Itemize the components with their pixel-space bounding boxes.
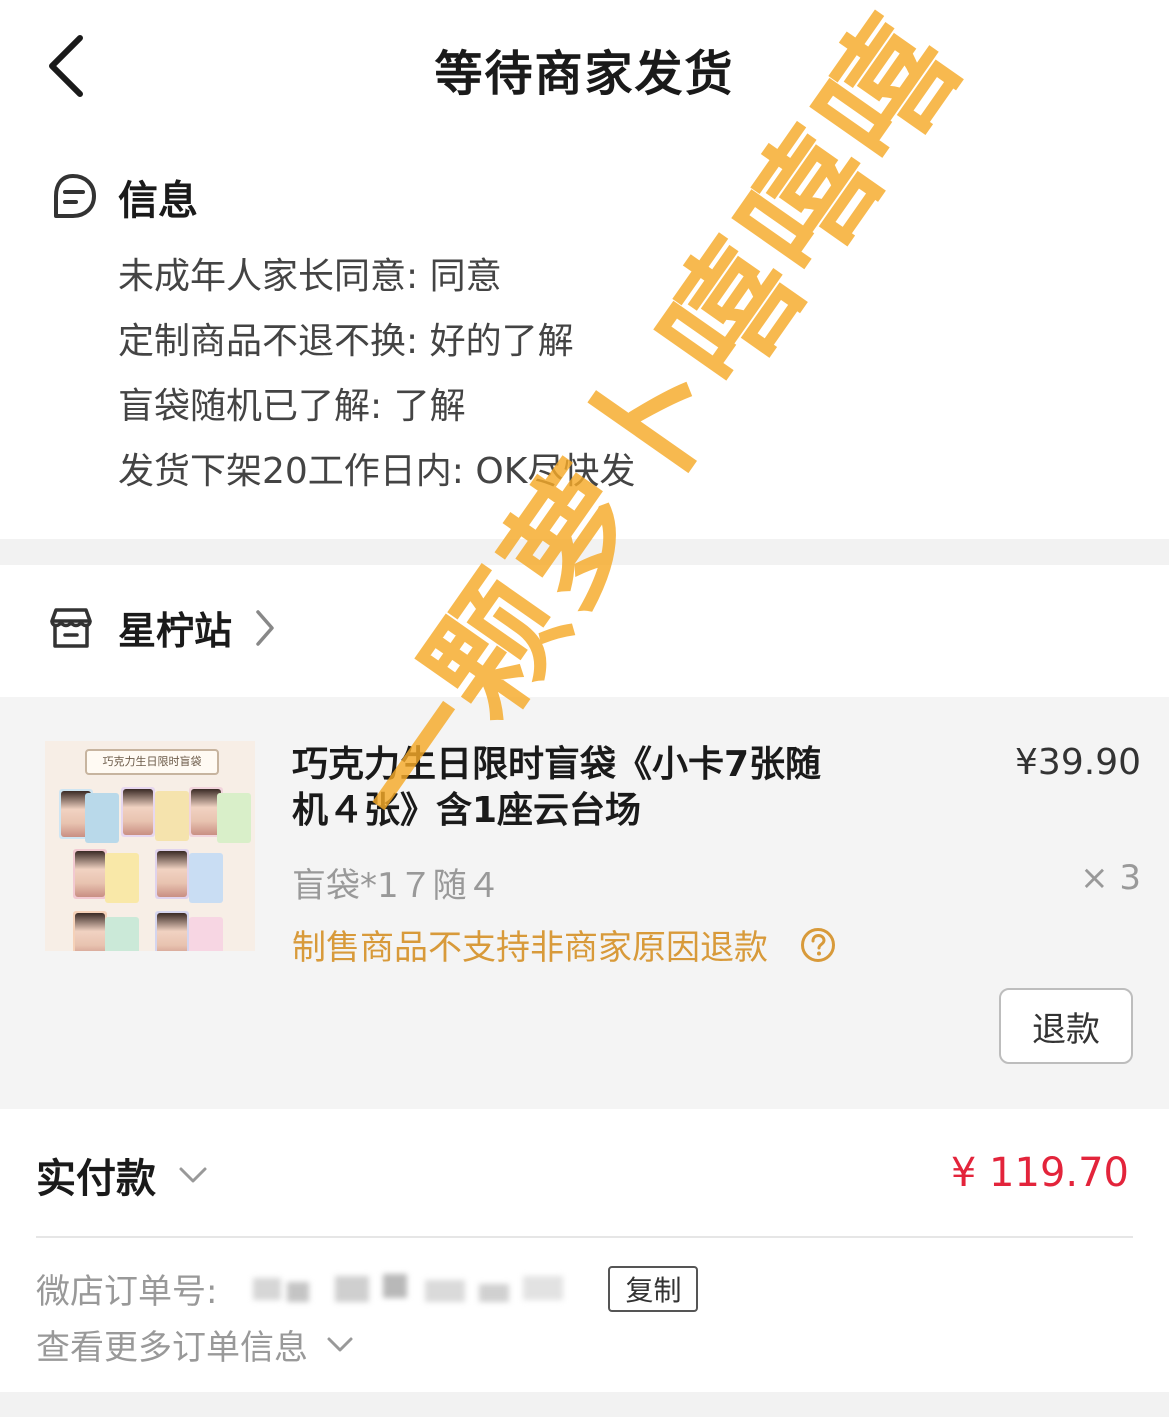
section-divider xyxy=(0,1392,1169,1417)
order-detail-page: 等待商家发货 信息 未成年人家长同意: 同意 定制商品不退不换: 好的了解 盲袋… xyxy=(0,0,1169,1417)
card-image xyxy=(121,787,155,837)
card-image xyxy=(189,917,223,951)
refund-notice-text: 制售商品不支持非商家原因退款 xyxy=(292,928,768,968)
info-section-header: 信息 xyxy=(48,168,198,226)
card-image xyxy=(155,849,189,899)
order-number-redacted xyxy=(243,1270,578,1308)
chevron-down-icon xyxy=(179,1167,207,1183)
page-title: 等待商家发货 xyxy=(434,46,735,102)
info-line: 未成年人家长同意: 同意 xyxy=(118,256,502,297)
section-divider xyxy=(0,539,1169,565)
copy-button[interactable]: 复制 xyxy=(608,1265,699,1312)
info-line: 发货下架20工作日内: OK尽快发 xyxy=(118,451,636,492)
info-line: 定制商品不退不换: 好的了解 xyxy=(118,321,574,362)
product-thumbnail[interactable]: 巧克力生日限时盲袋 xyxy=(45,741,255,951)
refund-notice: 制售商品不支持非商家原因退款 xyxy=(292,920,836,969)
store-icon xyxy=(50,607,92,648)
header: 等待商家发货 xyxy=(0,0,1169,135)
info-list: 未成年人家长同意: 同意 定制商品不退不换: 好的了解 盲袋随机已了解: 了解 … xyxy=(118,250,635,510)
card-image xyxy=(155,911,189,951)
message-note-icon xyxy=(54,174,96,218)
card-image xyxy=(73,911,107,951)
more-order-info-label: 查看更多订单信息 xyxy=(36,1328,308,1368)
card-image xyxy=(105,853,139,903)
card-image xyxy=(217,793,251,843)
product-spec: 盲袋*1７随４ xyxy=(292,866,501,906)
product-quantity: × 3 xyxy=(1080,858,1141,898)
product-price: ¥39.90 xyxy=(1015,742,1141,783)
card-image xyxy=(155,791,189,841)
order-number-row: 微店订单号: 复制 xyxy=(36,1264,699,1313)
order-number-label: 微店订单号: xyxy=(36,1272,218,1312)
card-image xyxy=(189,853,223,903)
info-line: 盲袋随机已了解: 了解 xyxy=(118,386,466,427)
chevron-right-icon xyxy=(256,609,274,646)
shop-link[interactable]: 星柠站 xyxy=(48,600,276,655)
divider xyxy=(36,1236,1133,1238)
paid-amount: ¥ 119.70 xyxy=(950,1150,1129,1196)
paid-label: 实付款 xyxy=(36,1156,156,1202)
card-image xyxy=(73,849,107,899)
paid-amount-toggle[interactable]: 实付款 xyxy=(36,1146,208,1204)
info-title: 信息 xyxy=(118,178,198,224)
card-image xyxy=(85,793,119,843)
card-image xyxy=(105,917,139,951)
refund-button[interactable]: 退款 xyxy=(999,988,1133,1064)
chevron-down-icon xyxy=(327,1337,353,1351)
thumbnail-banner: 巧克力生日限时盲袋 xyxy=(85,749,219,775)
more-order-info-toggle[interactable]: 查看更多订单信息 xyxy=(36,1320,354,1369)
shop-name: 星柠站 xyxy=(118,609,233,653)
product-title[interactable]: 巧克力生日限时盲袋《小卡7张随机４张》含1座云台场 xyxy=(292,742,852,834)
question-circle-icon[interactable] xyxy=(800,927,836,963)
